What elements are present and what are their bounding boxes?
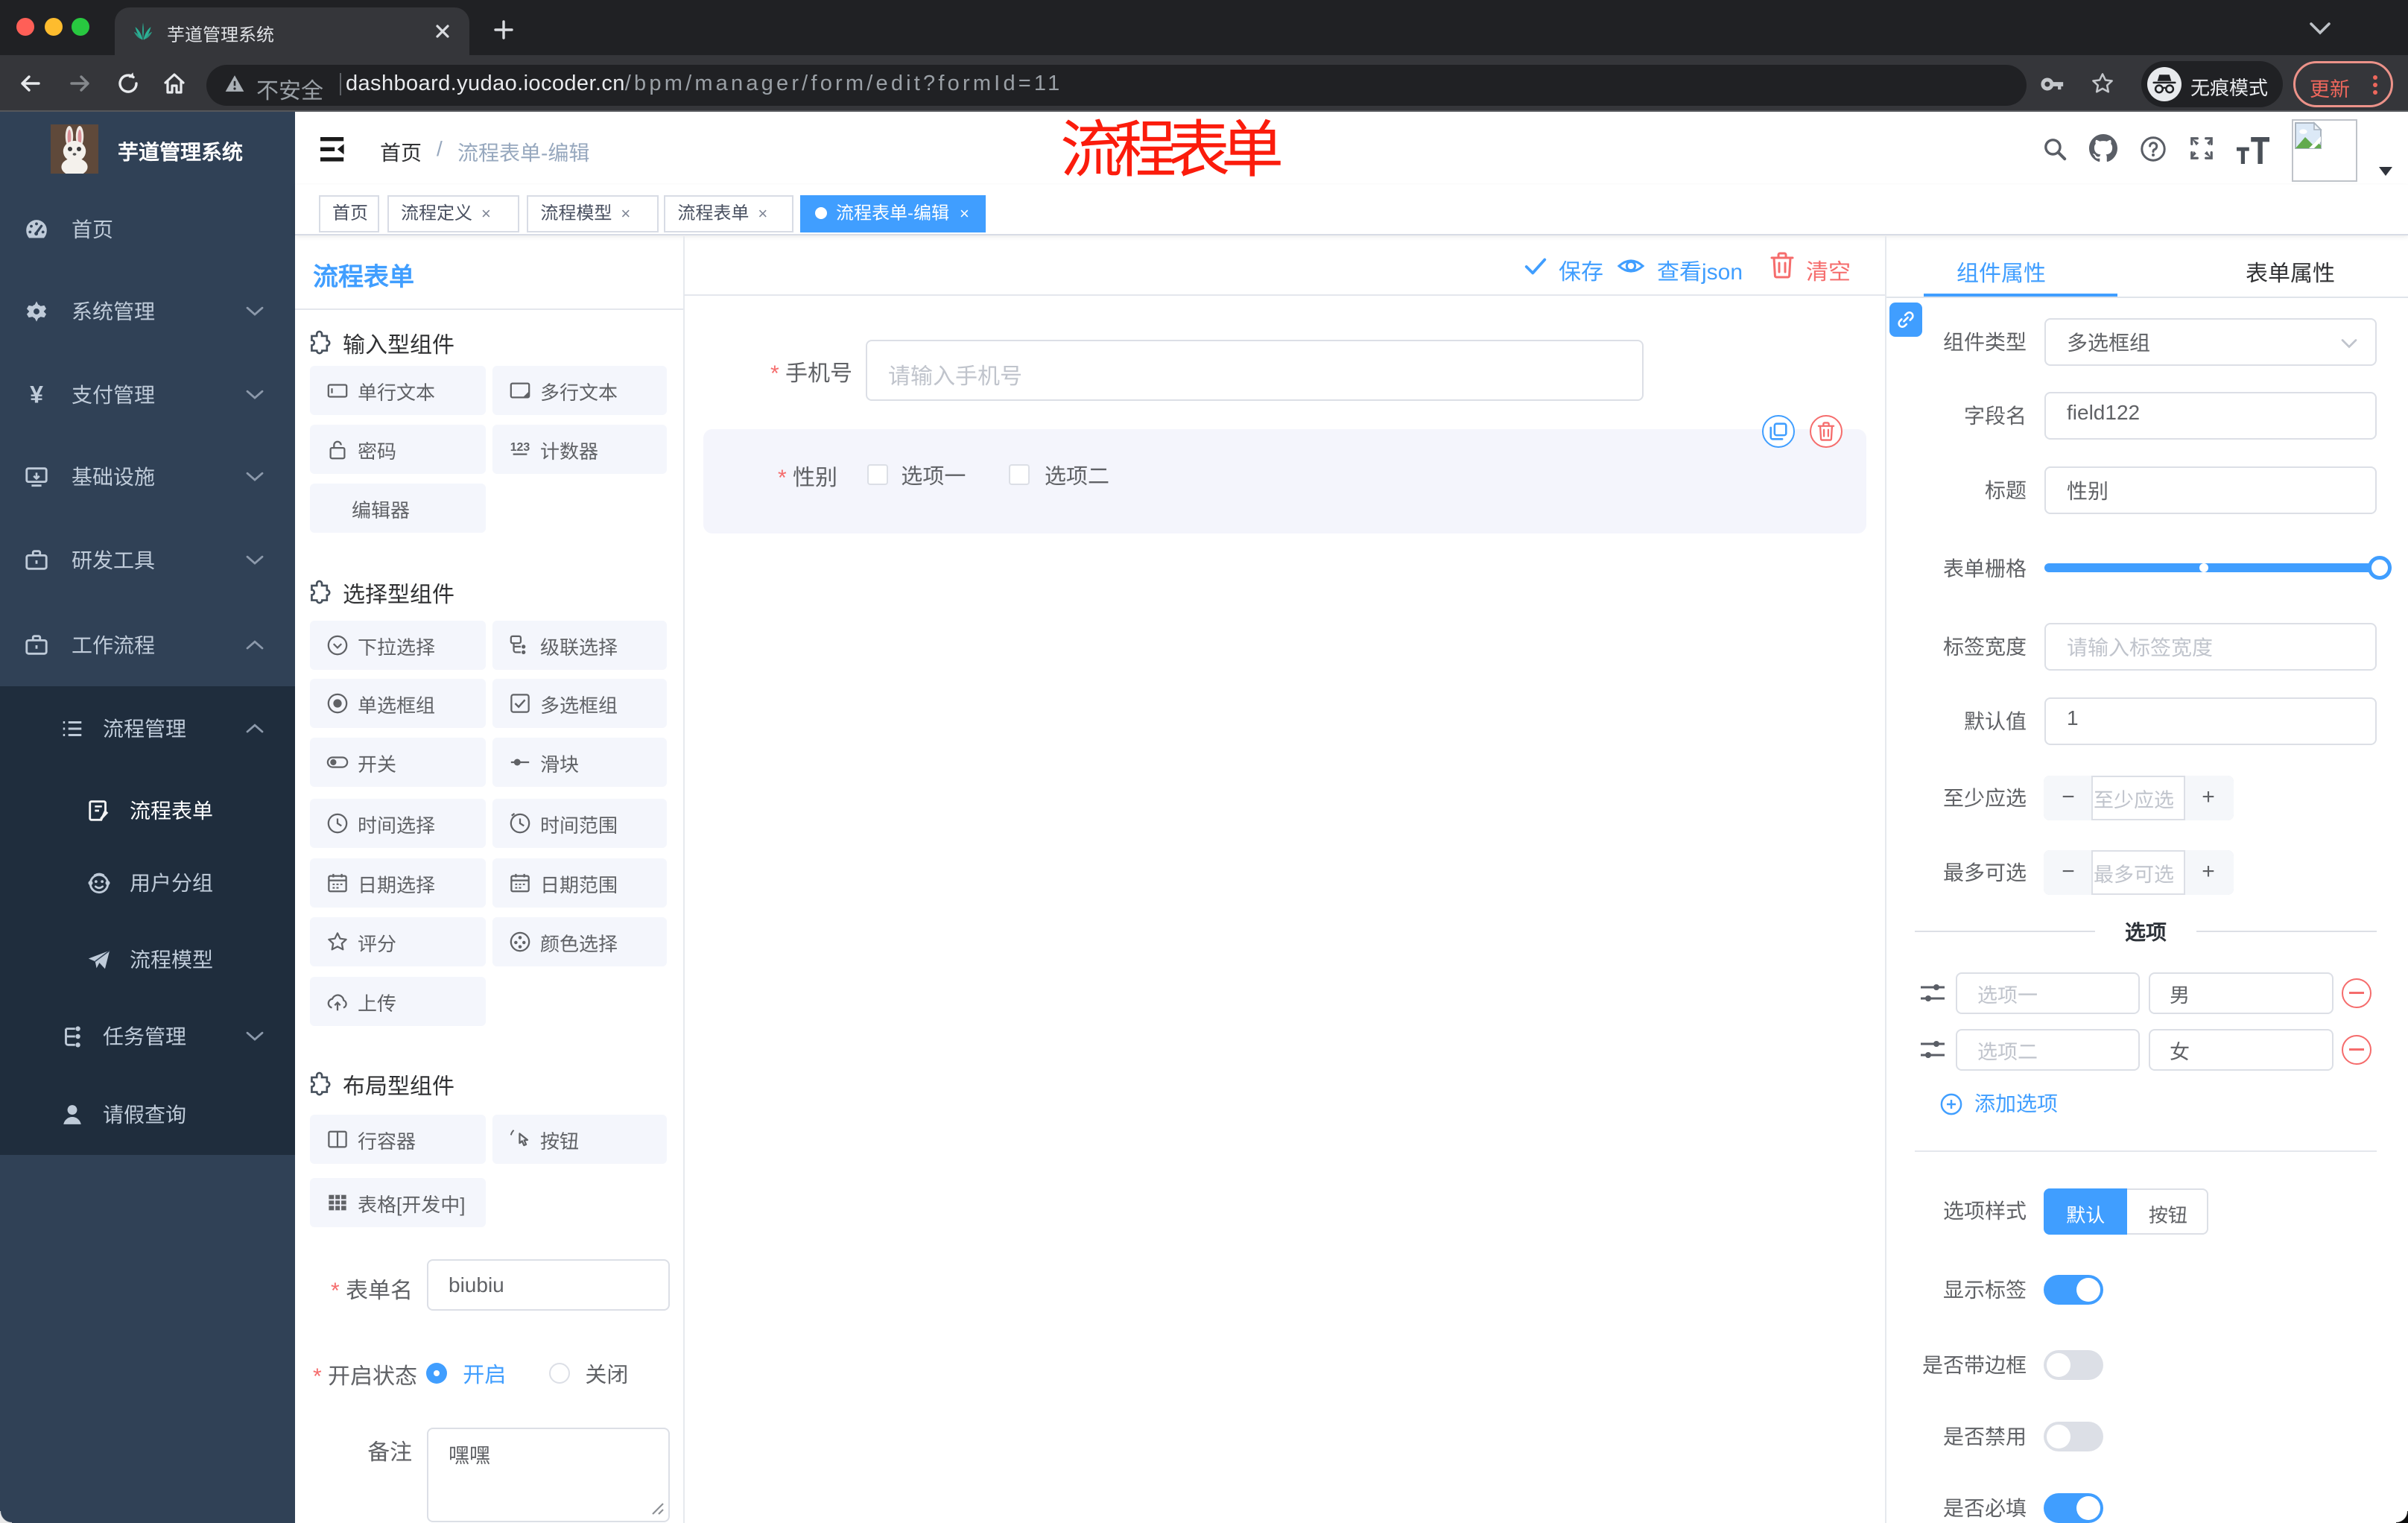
svg-text:123: 123 (510, 441, 530, 454)
svg-text:¥: ¥ (30, 382, 43, 408)
